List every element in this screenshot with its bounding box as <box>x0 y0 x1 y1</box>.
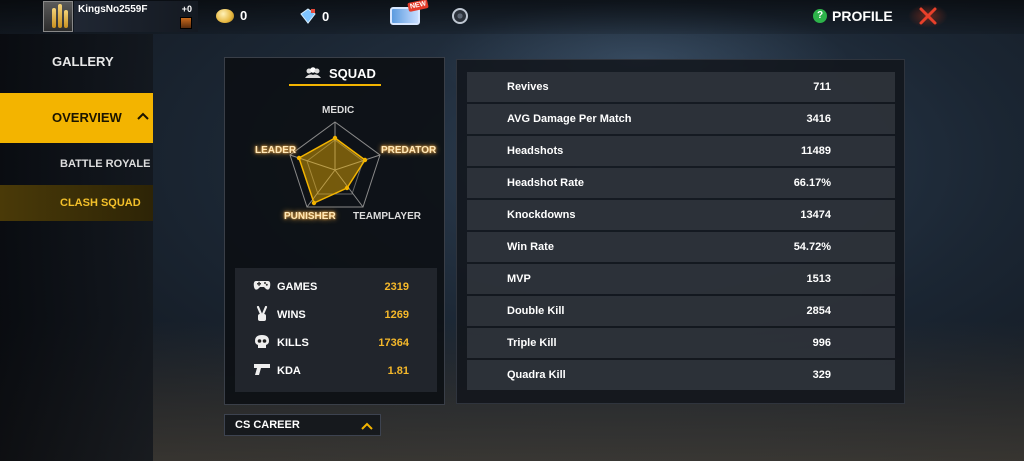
list-item-label: Headshots <box>507 145 564 157</box>
user-card[interactable]: KingsNo2559F +0 <box>74 1 198 32</box>
radar-label-teamplayer: TEAMPLAYER <box>353 211 421 222</box>
squad-header: SQUAD <box>225 58 444 86</box>
list-item-value: 66.17% <box>793 177 831 189</box>
list-item-label: Knockdowns <box>507 209 576 221</box>
list-item-label: AVG Damage Per Match <box>507 113 632 125</box>
list-item-label: Headshot Rate <box>507 177 585 189</box>
sidebar-item-overview-label: OVERVIEW <box>52 110 122 125</box>
stat-value-kda: 1.81 <box>387 365 409 377</box>
list-item-value: 711 <box>813 81 831 93</box>
list-item-value: 13474 <box>800 209 831 221</box>
sidebar-item-battle-royale[interactable]: BATTLE ROYALE <box>0 158 153 178</box>
close-icon <box>919 7 937 25</box>
list-item-label: Triple Kill <box>507 337 557 349</box>
stat-value-kills: 17364 <box>378 337 409 349</box>
career-mode-label: CS CAREER <box>235 419 300 431</box>
list-item: AVG Damage Per Match 3416 <box>467 104 895 134</box>
diamond-value: 0 <box>322 8 330 24</box>
diamond-icon <box>300 8 316 24</box>
stat-row-wins: WINS 1269 <box>235 304 437 326</box>
level-indicator: +0 <box>181 4 192 14</box>
profile-help-icon[interactable]: ? <box>813 9 827 23</box>
list-item: Double Kill 2854 <box>467 296 895 326</box>
stat-value-games: 2319 <box>384 281 409 293</box>
list-item: Revives 711 <box>467 72 895 102</box>
squad-panel: SQUAD MEDIC PREDATOR TEAMPLAYER PUNISHER… <box>224 57 445 405</box>
stat-value-wins: 1269 <box>384 309 409 321</box>
list-item-value: 3416 <box>806 113 831 125</box>
career-stats-list: Revives 711 AVG Damage Per Match 3416 He… <box>456 59 905 404</box>
stat-label-wins: WINS <box>277 309 306 321</box>
stat-label-kda: KDA <box>277 365 301 377</box>
stat-label-games: GAMES <box>277 281 318 293</box>
stat-row-kda: KDA 1.81 <box>235 360 437 382</box>
list-item-value: 329 <box>812 369 831 381</box>
list-item-label: MVP <box>507 273 531 285</box>
settings-icon[interactable] <box>452 8 468 24</box>
gold-value: 0 <box>240 8 248 23</box>
sidebar: GALLERY OVERVIEW BATTLE ROYALE CLASH SQU… <box>0 34 153 461</box>
squad-icon <box>305 67 321 78</box>
username: KingsNo2559F <box>78 4 148 15</box>
level-value: 0 <box>186 4 192 14</box>
squad-title: SQUAD <box>329 66 376 81</box>
list-item-value: 996 <box>812 337 831 349</box>
top-bar: KingsNo2559F +0 0 0 NEW ? PROFILE <box>0 0 1024 34</box>
list-item-label: Win Rate <box>507 241 554 253</box>
list-item-label: Double Kill <box>507 305 565 317</box>
list-item-value: 1513 <box>806 273 831 285</box>
list-item-label: Quadra Kill <box>507 369 566 381</box>
radar-label-leader: LEADER <box>255 145 297 156</box>
career-mode-select[interactable]: CS CAREER <box>224 414 381 436</box>
sidebar-item-gallery[interactable]: GALLERY <box>0 54 153 74</box>
avatar[interactable] <box>43 1 73 32</box>
list-item: Knockdowns 13474 <box>467 200 895 230</box>
pistol-icon <box>254 364 270 375</box>
list-item: Headshot Rate 66.17% <box>467 168 895 198</box>
list-item-label: Revives <box>507 81 549 93</box>
list-item: Headshots 11489 <box>467 136 895 166</box>
radar-label-medic: MEDIC <box>322 105 355 116</box>
chevron-up-icon <box>137 112 149 120</box>
list-item: Win Rate 54.72% <box>467 232 895 262</box>
radar-label-punisher: PUNISHER <box>284 211 336 222</box>
list-item: MVP 1513 <box>467 264 895 294</box>
stat-row-games: GAMES 2319 <box>235 276 437 298</box>
list-item-value: 11489 <box>801 145 831 157</box>
radar-label-predator: PREDATOR <box>381 145 437 156</box>
list-item-value: 2854 <box>806 305 831 317</box>
gold-coin-icon <box>216 8 234 23</box>
list-item-value: 54.72% <box>793 241 831 253</box>
victory-hand-icon <box>256 306 268 321</box>
close-button[interactable] <box>908 4 948 28</box>
chevron-up-icon <box>361 422 373 430</box>
list-item: Quadra Kill 329 <box>467 360 895 390</box>
gamepad-icon <box>253 281 271 290</box>
profile-title: PROFILE <box>832 8 893 24</box>
gold-counter[interactable]: 0 <box>216 8 247 23</box>
list-item: Triple Kill 996 <box>467 328 895 358</box>
sidebar-item-overview[interactable]: OVERVIEW <box>0 93 153 143</box>
diamond-counter[interactable]: 0 <box>300 8 329 24</box>
skull-icon <box>255 335 269 348</box>
sidebar-item-clash-squad[interactable]: CLASH SQUAD <box>0 185 153 221</box>
stat-label-kills: KILLS <box>277 337 309 349</box>
rank-badge-icon <box>180 17 192 29</box>
squad-title-underline <box>289 84 381 86</box>
stat-row-kills: KILLS 17364 <box>235 332 437 354</box>
squad-stats: GAMES 2319 WINS 1269 KILLS 17364 KDA 1.8… <box>235 268 437 392</box>
